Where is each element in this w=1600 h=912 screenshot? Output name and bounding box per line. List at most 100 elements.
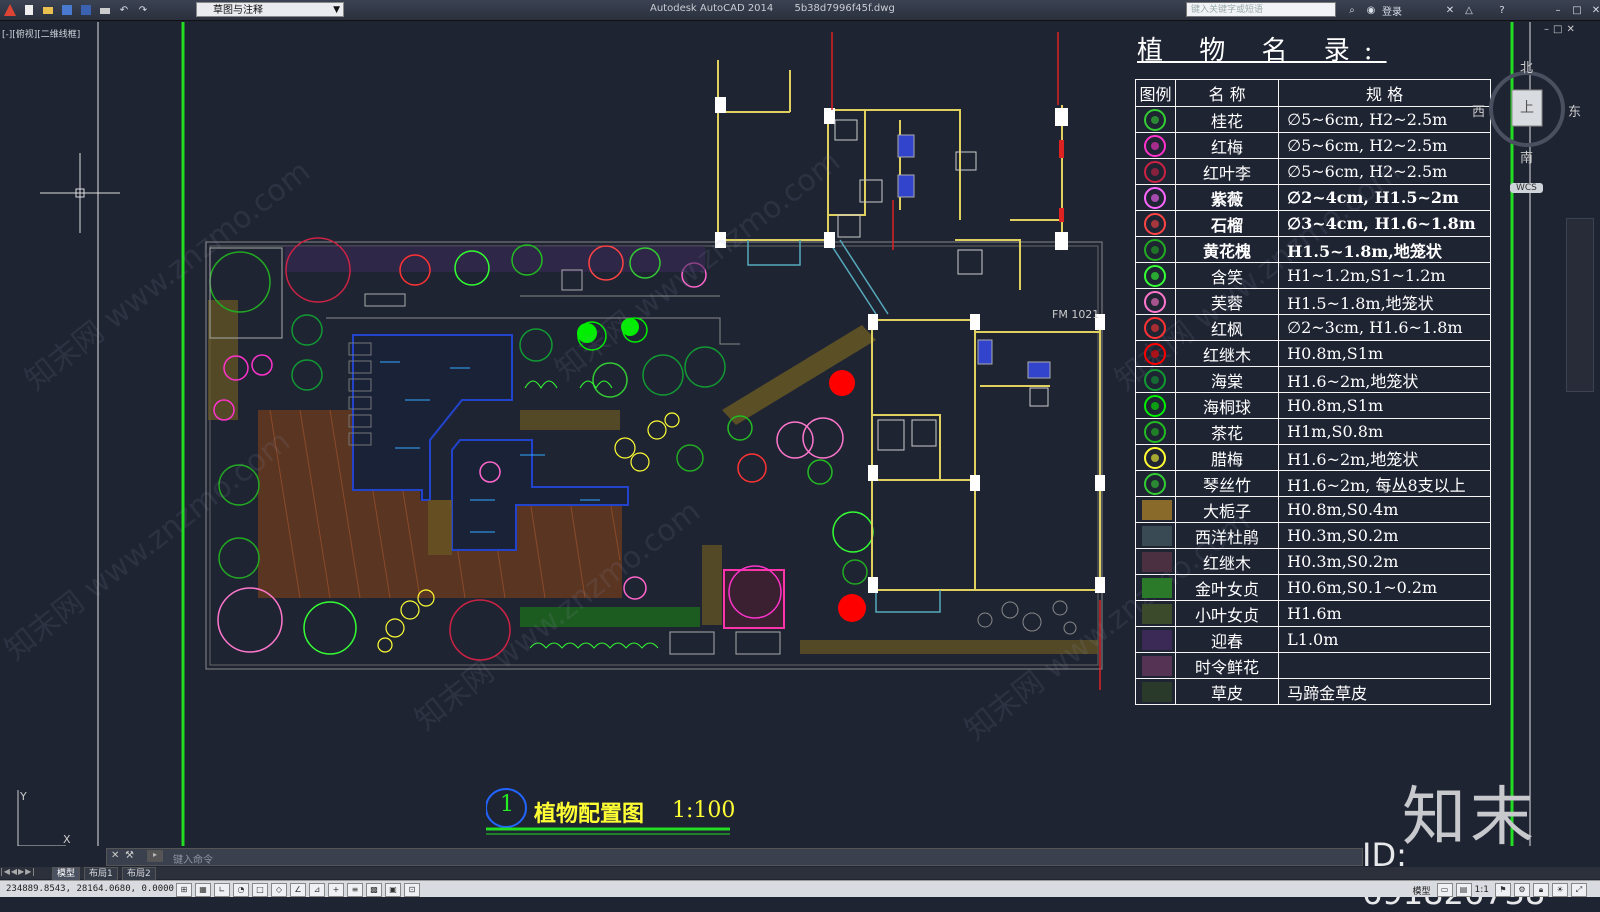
legend-header: 图例 — [1135, 79, 1176, 107]
plant-symbol-icon — [1142, 395, 1168, 417]
plant-name: 海棠 — [1174, 366, 1280, 393]
ducs-icon[interactable]: ⊿ — [309, 883, 325, 897]
restore-icon[interactable]: □ — [1553, 24, 1566, 35]
prompt-icon[interactable]: ▸ — [147, 850, 163, 862]
compass-north[interactable]: 北 — [1520, 57, 1533, 76]
plant-name: 迎春 — [1174, 626, 1280, 653]
user-icon[interactable]: ◉ — [1363, 3, 1379, 17]
plant-name: 芙蓉 — [1174, 288, 1280, 315]
sc-icon[interactable]: ⊡ — [404, 883, 420, 897]
open-file-icon[interactable] — [40, 3, 56, 17]
osnap-icon[interactable]: □ — [252, 883, 268, 897]
minimize-icon[interactable]: – — [1550, 3, 1566, 17]
lineweight-icon[interactable]: ≡ — [347, 883, 363, 897]
fullscreen-icon[interactable]: ⤢ — [1571, 883, 1587, 897]
print-icon[interactable] — [97, 3, 113, 17]
compass-west[interactable]: 西 — [1472, 101, 1485, 120]
plant-spec: ∅3~4cm, H1.6~1.8m — [1278, 210, 1491, 237]
qp-icon[interactable]: ▣ — [385, 883, 401, 897]
table-row: 海棠 H1.6~2m,地笼状 — [1135, 366, 1491, 393]
navigation-bar[interactable] — [1566, 218, 1594, 392]
caption-number: 1 — [500, 792, 514, 817]
legend-cell — [1135, 340, 1176, 367]
coordinate-readout[interactable]: 234889.8543, 28164.0680, 0.0000 — [6, 884, 174, 894]
maximize-icon[interactable]: □ — [1569, 3, 1585, 17]
transparency-icon[interactable]: ▩ — [366, 883, 382, 897]
viewcube-face[interactable]: 上 — [1520, 97, 1534, 117]
window-controls: – □ ✕ — [1550, 2, 1600, 18]
legend-cell — [1135, 288, 1176, 315]
plant-spec: ∅2~3cm, H1.6~1.8m — [1278, 314, 1491, 341]
viewcube[interactable]: 北 南 西 东 上 WCS — [1472, 57, 1581, 193]
wcs-button[interactable]: WCS — [1510, 183, 1543, 193]
undo-icon[interactable]: ↶ — [116, 3, 132, 17]
compass-south[interactable]: 南 — [1520, 147, 1533, 166]
tab-layout1[interactable]: 布局1 — [84, 867, 118, 880]
app-menu-icon[interactable] — [2, 3, 18, 17]
plant-spec: H1.5~1.8m,地笼状 — [1278, 288, 1491, 315]
plant-symbol-icon — [1142, 343, 1168, 365]
ortho-icon[interactable]: ∟ — [214, 883, 230, 897]
new-file-icon[interactable] — [21, 3, 37, 17]
plant-name: 海桐球 — [1174, 392, 1280, 419]
command-line[interactable]: ✕ ⚒ ▸ 键入命令 — [106, 848, 1363, 866]
lock-icon[interactable]: 🔒︎ — [1533, 883, 1549, 897]
wrench-icon[interactable]: ⚒ — [125, 850, 134, 861]
lightbulb-icon[interactable]: ☀ — [1552, 883, 1568, 897]
save-as-icon[interactable] — [78, 3, 94, 17]
layout-icon[interactable]: ▭ — [1436, 883, 1453, 897]
compass-east[interactable]: 东 — [1568, 101, 1581, 120]
binoculars-icon[interactable]: ⌕ — [1344, 3, 1360, 17]
legend-cell — [1135, 470, 1176, 497]
otrack-icon[interactable]: ∠ — [290, 883, 306, 897]
plant-name: 黄花槐 — [1174, 236, 1280, 263]
legend-cell — [1135, 158, 1176, 185]
workspace-gear-icon[interactable]: ⚙ — [1514, 883, 1530, 897]
3dosnap-icon[interactable]: ◇ — [271, 883, 287, 897]
plant-symbol-icon — [1142, 291, 1168, 313]
tab-layout2[interactable]: 布局2 — [122, 867, 156, 880]
command-input[interactable]: 键入命令 — [173, 851, 213, 866]
caption-title: 植物配置图 — [534, 802, 645, 827]
plant-symbol-icon — [1142, 551, 1172, 572]
tab-model[interactable]: 模型 — [52, 867, 81, 880]
annotation-visibility-icon[interactable]: ⚑ — [1495, 883, 1511, 897]
search-input[interactable]: 键入关键字或短语 — [1186, 2, 1336, 17]
plant-spec: ∅5~6cm, H2~2.5m — [1278, 158, 1491, 185]
legend-cell — [1135, 548, 1176, 575]
table-row: 芙蓉 H1.5~1.8m,地笼状 — [1135, 288, 1491, 315]
drafting-toggles: ⊞ ▦ ∟ ◔ □ ◇ ∠ ⊿ + ≡ ▩ ▣ ⊡ — [176, 883, 423, 897]
legend-cell — [1135, 418, 1176, 445]
grid-icon[interactable]: ▦ — [195, 883, 211, 897]
redo-icon[interactable]: ↷ — [135, 3, 151, 17]
table-row: 紫薇 ∅2~4cm, H1.5~2m — [1135, 184, 1491, 211]
save-icon[interactable] — [59, 3, 75, 17]
polar-icon[interactable]: ◔ — [233, 883, 249, 897]
model-space-button[interactable]: 模型 — [1413, 884, 1431, 897]
plant-symbol-icon — [1142, 187, 1168, 209]
table-row: 琴丝竹 H1.6~2m, 每丛8支以上 — [1135, 470, 1491, 497]
legend-cell — [1135, 314, 1176, 341]
help-icon[interactable]: ? — [1494, 3, 1510, 17]
dyn-icon[interactable]: + — [328, 883, 344, 897]
login-link[interactable]: 登录 — [1382, 3, 1402, 18]
quick-view-icon[interactable]: ▤ — [1455, 883, 1472, 897]
exchange-icon[interactable]: ✕ — [1442, 3, 1458, 17]
app-title: Autodesk AutoCAD 2014 — [650, 3, 774, 14]
workspace-dropdown[interactable]: 草图与注释 ▼ — [196, 2, 344, 17]
autodesk-icon[interactable]: △ — [1461, 3, 1477, 17]
table-row: 茶花 H1m,S0.8m — [1135, 418, 1491, 445]
close-icon[interactable]: ✕ — [1566, 24, 1578, 35]
plant-symbol-icon — [1142, 473, 1168, 495]
close-icon[interactable]: ✕ — [111, 850, 119, 861]
annotation-scale[interactable]: 1:1 — [1475, 885, 1489, 895]
plant-name: 茶花 — [1174, 418, 1280, 445]
snap-icon[interactable]: ⊞ — [176, 883, 192, 897]
plant-symbol-icon — [1142, 655, 1172, 676]
tab-nav-arrows[interactable]: |◀◀▶▶| — [0, 867, 36, 876]
door-label: FM 1021 — [1052, 308, 1099, 321]
plant-spec: ∅5~6cm, H2~2.5m — [1278, 106, 1491, 133]
close-icon[interactable]: ✕ — [1588, 3, 1600, 17]
viewport-label[interactable]: [-][俯视][二维线框] — [2, 27, 80, 40]
minimize-icon[interactable]: – — [1544, 24, 1553, 35]
